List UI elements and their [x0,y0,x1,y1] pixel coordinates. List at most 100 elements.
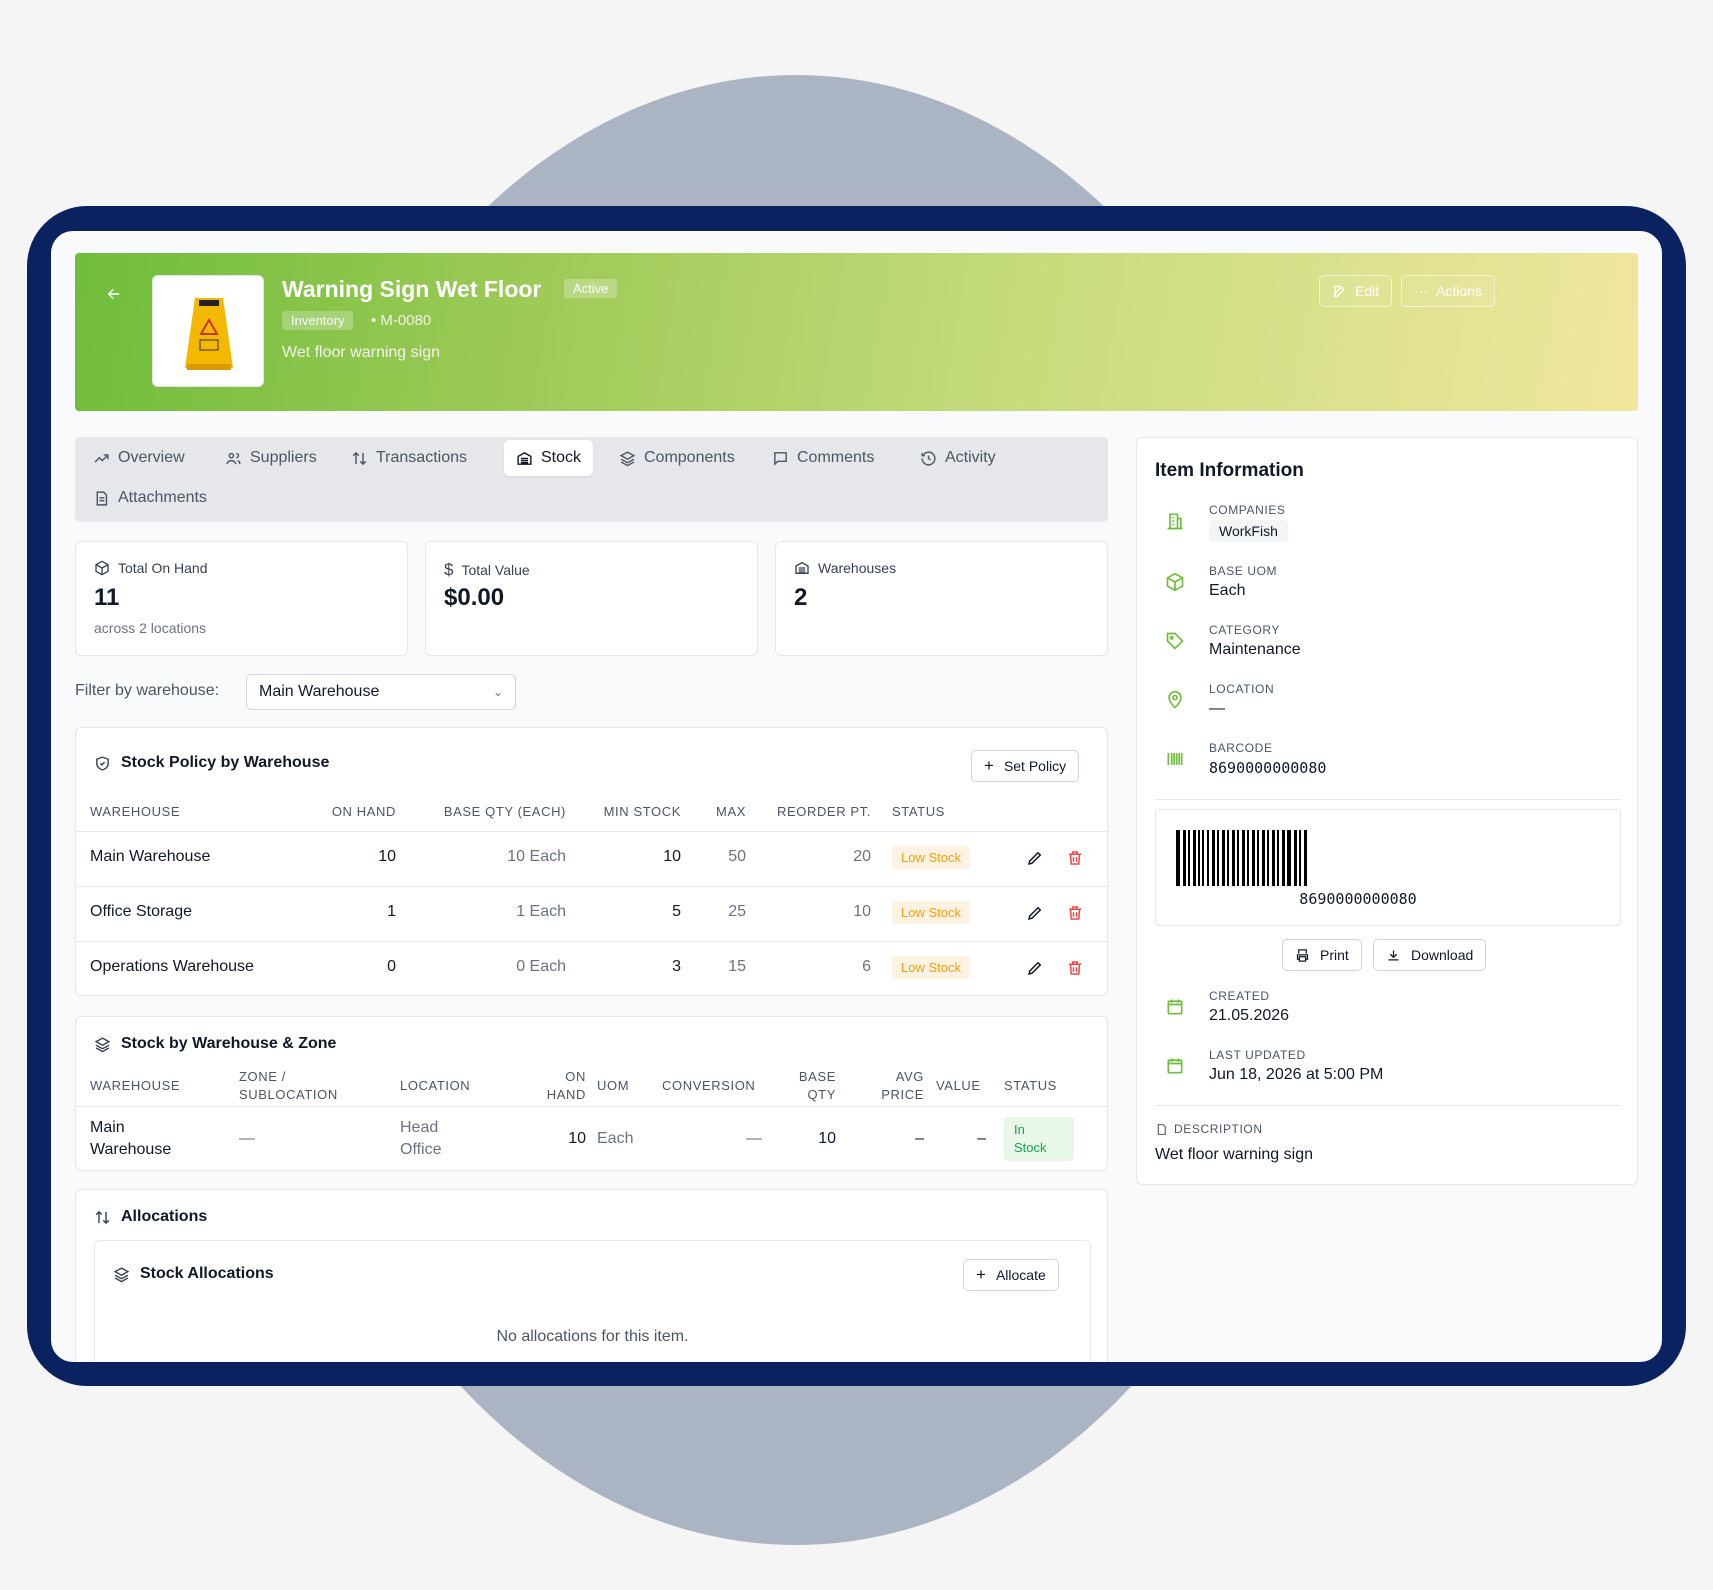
column-header: Status [892,804,945,819]
shield-icon [96,755,109,771]
cell-conversion: — [746,1130,762,1147]
item-header: Warning Sign Wet Floor Active Inventory … [75,253,1638,411]
column-header: UOM [597,1078,630,1093]
stat-card-on-hand: Total On Hand 11 across 2 locations [75,541,408,656]
tab-label: Attachments [118,489,207,506]
cell-location: Head Office [400,1117,442,1161]
tab-components[interactable]: Components [607,440,747,476]
column-header: Base Qty (Each) [443,804,566,819]
description-value: Wet floor warning sign [1155,1146,1313,1163]
company-badge: WorkFish [1209,520,1288,542]
trash-icon[interactable] [1066,849,1084,867]
created-label: Created [1209,989,1270,1003]
barcode-image [1176,830,1307,886]
cell-on-hand: 1 [387,903,396,920]
item-subtitle: Wet floor warning sign [282,344,440,361]
badge-line: In [1014,1122,1025,1137]
updated-label: Last Updated [1209,1048,1306,1062]
plus-icon: + [976,1265,986,1284]
calendar-icon [1167,999,1183,1015]
cell-warehouse: Main Warehouse [90,848,211,865]
cell-uom: Each [597,1130,634,1147]
back-arrow-icon[interactable] [105,285,125,305]
cell-line: Head [400,1119,439,1136]
section-title-text: Stock Allocations [140,1265,274,1282]
stat-value: $0.00 [444,584,505,611]
calendar-icon [1167,1058,1183,1074]
tab-overview[interactable]: Overview [81,440,197,476]
history-icon [921,450,936,466]
column-header: Zone / Sublocation [239,1068,338,1104]
section-title: Stock by Warehouse & Zone [94,1035,336,1053]
tab-suppliers[interactable]: Suppliers [213,440,329,476]
stat-sub: across 2 locations [94,620,207,636]
column-header: Status [1004,1078,1057,1093]
pencil-icon[interactable] [1026,959,1044,977]
companies-label: Companies [1209,503,1286,517]
select-value: Main Warehouse [259,683,380,700]
section-title: Stock Policy by Warehouse [94,754,329,772]
cell-reorder: 6 [862,958,871,975]
tab-stock[interactable]: Stock [504,440,594,476]
actions-label: Actions [1436,283,1482,299]
set-policy-button[interactable]: + Set Policy [971,750,1080,782]
section-title: Stock Allocations [113,1265,274,1283]
download-button[interactable]: Download [1373,939,1487,971]
tab-comments[interactable]: Comments [760,440,886,476]
tab-bar: Overview Suppliers Transactions Stock Co… [75,437,1108,522]
stat-card-value: $ Total Value $0.00 [425,541,758,656]
allocate-button[interactable]: + Allocate [963,1259,1059,1291]
printer-icon [1296,948,1309,962]
building-icon [1167,513,1183,530]
trending-icon [94,453,109,463]
updated-value: Jun 18, 2026 at 5:00 PM [1209,1066,1384,1083]
button-label: Set Policy [1003,758,1067,774]
column-header: Base Qty [776,1068,836,1104]
cell-max: 50 [728,848,746,865]
tab-label: Transactions [376,449,467,466]
column-header: On Hand [536,1068,586,1104]
warehouse-filter-select[interactable]: Main Warehouse ⌄ [246,674,516,710]
stat-label-text: Total Value [461,562,530,578]
cell-min: 5 [672,903,681,920]
tab-activity[interactable]: Activity [908,440,1008,476]
cell-base-qty: 1 Each [516,903,566,920]
print-button[interactable]: Print [1282,939,1362,971]
pencil-icon[interactable] [1026,849,1044,867]
tab-attachments[interactable]: Attachments [81,480,219,516]
label-text: Description [1174,1122,1263,1136]
app-screen: Warning Sign Wet Floor Active Inventory … [51,231,1662,1362]
section-title-text: Stock by Warehouse & Zone [121,1035,337,1052]
created-value: 21.05.2026 [1209,1007,1290,1024]
cell-min: 3 [672,958,681,975]
pencil-icon[interactable] [1026,904,1044,922]
stat-value: 11 [94,584,120,611]
layers-icon [113,1266,130,1282]
tab-transactions[interactable]: Transactions [339,440,479,476]
cell-zone: — [239,1130,255,1147]
button-label: Print [1320,947,1349,963]
cell-line: Office [400,1141,442,1158]
edit-button[interactable]: Edit [1319,275,1393,307]
cell-reorder: 10 [853,903,871,920]
trash-icon[interactable] [1066,959,1084,977]
trash-icon[interactable] [1066,904,1084,922]
column-header: Reorder Pt. [776,804,871,819]
tag-icon [1166,632,1184,650]
header-line: Base [798,1069,836,1084]
status-badge: In Stock [1004,1117,1074,1161]
barcode-number: 8690000000080 [1299,890,1417,908]
divider [1155,1105,1621,1106]
header-line: Zone / [239,1069,286,1084]
column-header: On Hand [331,804,396,819]
barcode-icon [1167,753,1183,765]
column-header: Warehouse [90,804,181,819]
message-icon [774,451,787,466]
actions-button[interactable]: ··· Actions [1401,275,1495,307]
tab-label: Suppliers [250,449,317,466]
button-label: Allocate [995,1267,1046,1283]
column-header: Value [936,1078,981,1093]
cell-warehouse: Main Warehouse [90,1117,171,1161]
status-badge: Low Stock [892,956,970,979]
divider [76,831,1109,832]
